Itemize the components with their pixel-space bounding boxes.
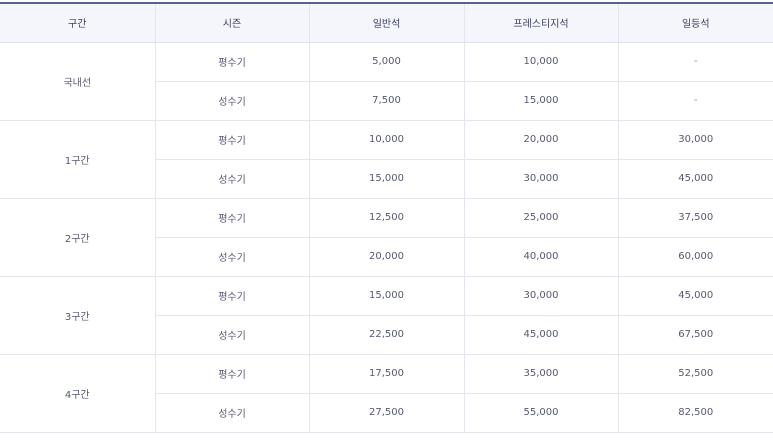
header-first: 일등석: [617, 2, 773, 43]
zone-cell: 1구간: [0, 120, 155, 199]
table-row: 2구간 평수기 12,500 25,000 37,500: [0, 198, 773, 277]
table-row: 4구간 평수기 17,500 35,000 52,500: [0, 354, 773, 433]
season-cell: 성수기: [154, 393, 309, 433]
economy-cell: 27,500: [308, 393, 464, 433]
first-cell: 60,000: [617, 237, 773, 277]
prestige-cell: 35,000: [463, 354, 618, 394]
prestige-cell: 30,000: [463, 276, 618, 316]
first-cell: 45,000: [617, 159, 773, 199]
season-cell: 평수기: [154, 354, 309, 394]
economy-cell: 12,500: [308, 198, 464, 238]
economy-cell: 15,000: [308, 276, 464, 316]
season-cell: 평수기: [154, 276, 309, 316]
economy-cell: 5,000: [308, 42, 464, 82]
economy-cell: 17,500: [308, 354, 464, 394]
season-cell: 성수기: [154, 81, 309, 121]
economy-cell: 22,500: [308, 315, 464, 355]
header-row: 구간 시즌 일반석 프레스티지석 일등석: [0, 2, 773, 43]
prestige-cell: 10,000: [463, 42, 618, 82]
zone-cell: 4구간: [0, 354, 155, 433]
prestige-cell: 25,000: [463, 198, 618, 238]
header-zone: 구간: [0, 2, 155, 43]
prestige-cell: 20,000: [463, 120, 618, 160]
economy-cell: 7,500: [308, 81, 464, 121]
economy-cell: 20,000: [308, 237, 464, 277]
season-cell: 성수기: [154, 315, 309, 355]
season-cell: 평수기: [154, 198, 309, 238]
season-cell: 평수기: [154, 120, 309, 160]
zone-cell: 국내선: [0, 42, 155, 121]
season-cell: 성수기: [154, 159, 309, 199]
first-cell: 67,500: [617, 315, 773, 355]
season-cell: 성수기: [154, 237, 309, 277]
prestige-cell: 40,000: [463, 237, 618, 277]
first-cell: 82,500: [617, 393, 773, 433]
prestige-cell: 45,000: [463, 315, 618, 355]
table-row: 국내선 평수기 5,000 10,000 -: [0, 42, 773, 121]
first-cell: 52,500: [617, 354, 773, 394]
prestige-cell: 15,000: [463, 81, 618, 121]
zone-cell: 2구간: [0, 198, 155, 277]
first-cell: 45,000: [617, 276, 773, 316]
table-header: 구간 시즌 일반석 프레스티지석 일등석: [0, 2, 773, 43]
header-economy: 일반석: [308, 2, 464, 43]
first-cell: 30,000: [617, 120, 773, 160]
table-body: 국내선 평수기 5,000 10,000 - 성수기 7,500 15,000 …: [0, 42, 773, 433]
economy-cell: 15,000: [308, 159, 464, 199]
mileage-table: 구간 시즌 일반석 프레스티지석 일등석 국내선 평수기 5,000 10,00…: [0, 2, 773, 433]
prestige-cell: 30,000: [463, 159, 618, 199]
first-cell: -: [617, 42, 773, 82]
first-cell: -: [617, 81, 773, 121]
header-season: 시즌: [154, 2, 309, 43]
zone-cell: 3구간: [0, 276, 155, 355]
first-cell: 37,500: [617, 198, 773, 238]
economy-cell: 10,000: [308, 120, 464, 160]
prestige-cell: 55,000: [463, 393, 618, 433]
table-row: 3구간 평수기 15,000 30,000 45,000: [0, 276, 773, 355]
mileage-table-container: 구간 시즌 일반석 프레스티지석 일등석 국내선 평수기 5,000 10,00…: [0, 0, 773, 440]
season-cell: 평수기: [154, 42, 309, 82]
table-row: 1구간 평수기 10,000 20,000 30,000: [0, 120, 773, 199]
header-prestige: 프레스티지석: [463, 2, 618, 43]
